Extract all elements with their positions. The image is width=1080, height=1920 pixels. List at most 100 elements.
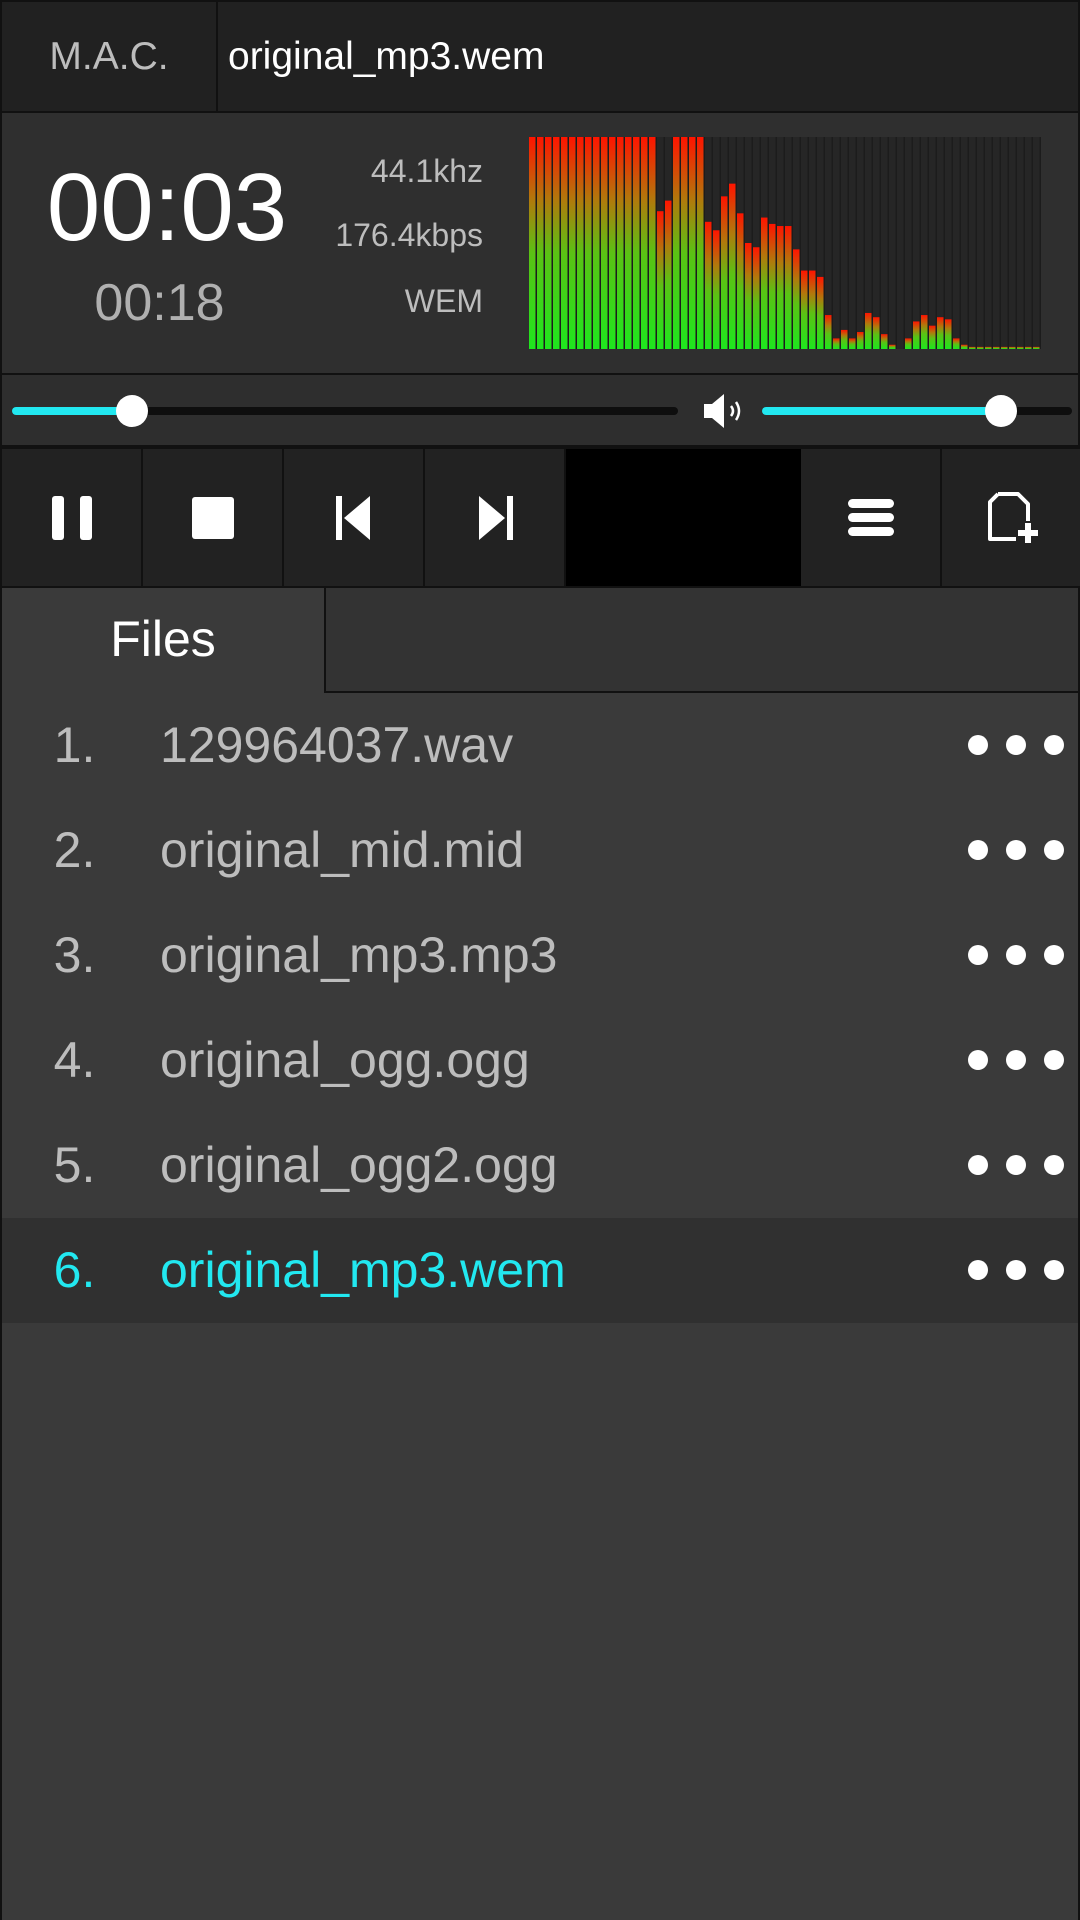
- spectrum-bar-slot: [913, 137, 920, 349]
- spectrum-bar: [713, 230, 720, 349]
- more-icon: [1044, 840, 1064, 860]
- spectrum-bar-slot: [833, 137, 840, 349]
- more-options-button[interactable]: [968, 1248, 1064, 1292]
- file-name: original_mp3.mp3: [160, 927, 558, 983]
- spectrum-bar-slot: [1033, 137, 1040, 349]
- spectrum-bar: [849, 338, 856, 349]
- playlist-button[interactable]: [801, 449, 942, 586]
- previous-button[interactable]: [284, 449, 425, 586]
- spectrum-bar: [961, 344, 968, 349]
- more-icon: [968, 1155, 988, 1175]
- spectrum-bar: [985, 346, 992, 349]
- spectrum-bar: [561, 137, 568, 349]
- spectrum-bar: [681, 137, 688, 349]
- spectrum-bar-slot: [881, 137, 888, 349]
- more-options-button[interactable]: [968, 933, 1064, 977]
- spectrum-bar: [649, 137, 656, 349]
- more-icon: [1006, 840, 1026, 860]
- spectrum-bar: [641, 137, 648, 349]
- file-list-item[interactable]: 5. original_ogg2.ogg: [2, 1113, 1078, 1218]
- spectrum-bar: [833, 338, 840, 349]
- file-list-item[interactable]: 6. original_mp3.wem: [2, 1218, 1078, 1323]
- spectrum-bar: [593, 137, 600, 349]
- more-icon: [1044, 1260, 1064, 1280]
- spectrum-bars: [529, 137, 1040, 349]
- spectrum-bar: [585, 137, 592, 349]
- spectrum-bar: [657, 211, 664, 349]
- seek-slider[interactable]: [12, 395, 678, 427]
- file-number: 5.: [53, 1137, 96, 1193]
- tab-files[interactable]: Files: [2, 588, 326, 693]
- playback-controls: [0, 447, 1080, 588]
- more-icon: [1044, 735, 1064, 755]
- spectrum-bar-slot: [857, 137, 864, 349]
- more-icon: [1006, 1050, 1026, 1070]
- more-icon: [968, 735, 988, 755]
- next-button[interactable]: [425, 449, 566, 586]
- more-icon: [1044, 1155, 1064, 1175]
- volume-slider-thumb[interactable]: [984, 395, 1017, 427]
- volume-slider-fill: [762, 407, 1001, 415]
- file-list-item[interactable]: 2. original_mid.mid: [2, 798, 1078, 903]
- spectrum-bar-slot: [905, 137, 912, 349]
- elapsed-time: 00:03: [46, 154, 288, 261]
- spectrum-bar: [769, 223, 776, 349]
- app-root: M.A.C. original_mp3.wem 00:03 00:18 44.1…: [0, 0, 1080, 1920]
- spectrum-bar: [777, 226, 784, 349]
- seek-slider-thumb[interactable]: [115, 395, 148, 427]
- more-options-button[interactable]: [968, 1143, 1064, 1187]
- spectrum-bar: [577, 137, 584, 349]
- spectrum-bar: [705, 221, 712, 349]
- spectrum-bar: [721, 196, 728, 349]
- more-options-button[interactable]: [968, 828, 1064, 872]
- file-list-item[interactable]: 1. 129964037.wav: [2, 693, 1078, 798]
- stop-icon: [191, 496, 234, 539]
- spectrum-bar: [617, 137, 624, 349]
- spectrum-bar: [1033, 346, 1040, 349]
- spectrum-bar: [937, 317, 944, 349]
- more-icon: [1006, 1155, 1026, 1175]
- spectrum-bar: [913, 321, 920, 349]
- more-icon: [1044, 1050, 1064, 1070]
- volume-icon[interactable]: [702, 391, 750, 431]
- volume-slider[interactable]: [762, 395, 1072, 427]
- spectrum-bar-slot: [969, 137, 976, 349]
- pause-button[interactable]: [2, 449, 143, 586]
- file-list-item[interactable]: 3. original_mp3.mp3: [2, 903, 1078, 1008]
- spectrum-bar: [785, 226, 792, 349]
- slider-row: [0, 375, 1080, 447]
- add-file-button[interactable]: [942, 449, 1080, 586]
- file-name: original_ogg.ogg: [160, 1032, 530, 1088]
- spectrum-bar: [609, 137, 616, 349]
- file-number: 3.: [53, 927, 96, 983]
- spectrum-bar: [737, 213, 744, 349]
- spectrum-bar: [1009, 346, 1016, 349]
- seek-slider-fill: [12, 407, 132, 415]
- spectrum-bar: [753, 247, 760, 349]
- more-options-button[interactable]: [968, 1038, 1064, 1082]
- spectrum-bar: [1017, 346, 1024, 349]
- more-icon: [1006, 735, 1026, 755]
- spectrum-bar-slot: [1017, 137, 1024, 349]
- more-icon: [968, 1260, 988, 1280]
- file-name: 129964037.wav: [160, 717, 514, 773]
- spectrum-bar: [865, 312, 872, 349]
- spectrum-bar: [945, 319, 952, 349]
- spectrum-bar: [545, 137, 552, 349]
- add-file-icon: [987, 491, 1038, 543]
- app-name[interactable]: M.A.C.: [2, 2, 218, 112]
- more-options-button[interactable]: [968, 723, 1064, 767]
- previous-icon: [335, 495, 370, 540]
- sample-rate: 44.1khz: [370, 153, 483, 189]
- current-track-title: original_mp3.wem: [228, 35, 545, 78]
- file-name: original_mid.mid: [160, 822, 525, 878]
- spectrum-bar: [801, 270, 808, 349]
- more-icon: [968, 840, 988, 860]
- spectrum-bar: [601, 137, 608, 349]
- display-area: [566, 449, 801, 586]
- spectrum-bar: [1001, 346, 1008, 349]
- file-list-item[interactable]: 4. original_ogg.ogg: [2, 1008, 1078, 1113]
- spectrum-bar-slot: [1001, 137, 1008, 349]
- spectrum-bar: [553, 137, 560, 349]
- stop-button[interactable]: [143, 449, 284, 586]
